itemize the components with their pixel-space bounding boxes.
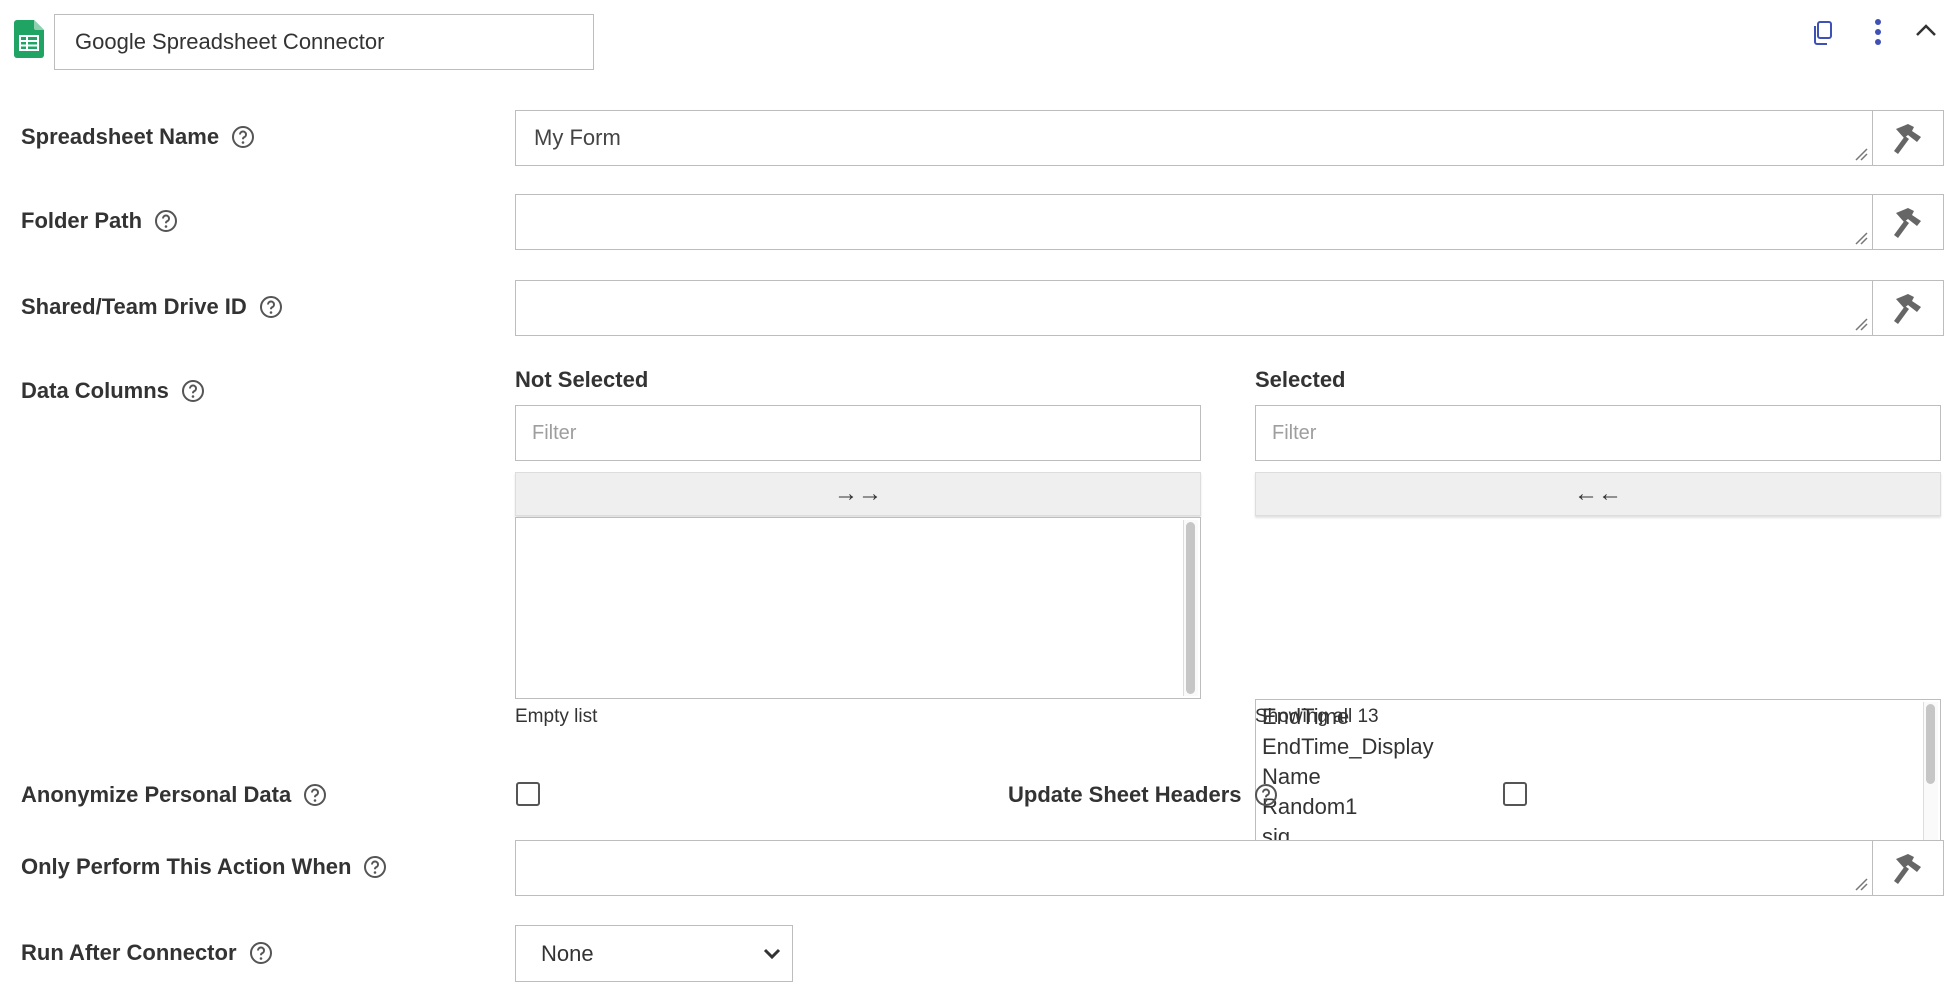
hammer-icon (1894, 208, 1921, 238)
spreadsheet-name-input[interactable]: My Form (516, 111, 1873, 165)
hammer-icon (1894, 124, 1921, 154)
update-headers-label: Update Sheet Headers (1008, 782, 1278, 808)
help-icon[interactable] (303, 783, 327, 807)
list-item[interactable]: Random1 (1262, 792, 1934, 822)
not-selected-items (516, 518, 1200, 522)
help-icon[interactable] (259, 295, 283, 319)
update-headers-label-text: Update Sheet Headers (1008, 782, 1242, 807)
scrollbar[interactable] (1183, 520, 1198, 696)
scrollbar-thumb[interactable] (1926, 704, 1935, 784)
formula-builder-button[interactable] (1873, 281, 1943, 335)
anonymize-label-text: Anonymize Personal Data (21, 782, 292, 807)
chevron-down-icon (763, 948, 781, 959)
copy-icon[interactable] (1810, 20, 1834, 46)
not-selected-filter-input[interactable]: Filter (515, 405, 1201, 461)
spreadsheet-name-field: My Form (515, 110, 1944, 166)
shared-drive-id-input[interactable] (516, 281, 1873, 335)
chevron-up-icon[interactable] (1914, 22, 1938, 38)
only-perform-field (515, 840, 1944, 896)
only-perform-label: Only Perform This Action When (21, 854, 387, 880)
help-icon[interactable] (363, 855, 387, 879)
resize-grip-icon[interactable] (1854, 147, 1868, 161)
run-after-label-text: Run After Connector (21, 940, 237, 965)
move-all-left-button[interactable]: ←← (1255, 472, 1941, 516)
more-vert-icon[interactable] (1868, 18, 1888, 46)
formula-builder-button[interactable] (1873, 195, 1943, 249)
help-icon[interactable] (181, 379, 205, 403)
resize-grip-icon[interactable] (1854, 231, 1868, 245)
connector-name-input[interactable]: Google Spreadsheet Connector (54, 14, 594, 70)
help-icon[interactable] (249, 941, 273, 965)
help-icon[interactable] (1254, 783, 1278, 807)
folder-path-input[interactable] (516, 195, 1873, 249)
shared-drive-id-label-text: Shared/Team Drive ID (21, 294, 247, 319)
shared-drive-id-field (515, 280, 1944, 336)
data-columns-label: Data Columns (21, 378, 205, 404)
help-icon[interactable] (154, 209, 178, 233)
google-sheets-icon (14, 20, 44, 58)
folder-path-label-text: Folder Path (21, 208, 143, 233)
list-item[interactable]: EndTime_Display (1262, 732, 1934, 762)
folder-path-field (515, 194, 1944, 250)
run-after-select[interactable]: None (515, 925, 793, 982)
selected-filter-input[interactable]: Filter (1255, 405, 1941, 461)
hammer-icon (1894, 294, 1921, 324)
resize-grip-icon[interactable] (1854, 317, 1868, 331)
data-columns-label-text: Data Columns (21, 378, 169, 403)
resize-grip-icon[interactable] (1854, 877, 1868, 891)
not-selected-list[interactable] (515, 517, 1201, 699)
move-all-right-button[interactable]: →→ (515, 472, 1201, 516)
shared-drive-id-label: Shared/Team Drive ID (21, 294, 283, 320)
not-selected-status: Empty list (515, 706, 598, 727)
anonymize-checkbox[interactable] (516, 782, 540, 806)
spreadsheet-name-label: Spreadsheet Name (21, 124, 255, 150)
run-after-label: Run After Connector (21, 940, 273, 966)
formula-builder-button[interactable] (1873, 841, 1943, 895)
only-perform-label-text: Only Perform This Action When (21, 854, 352, 879)
not-selected-heading: Not Selected (515, 367, 649, 392)
scrollbar-thumb[interactable] (1186, 522, 1195, 694)
formula-builder-button[interactable] (1873, 111, 1943, 165)
run-after-selected-value: None (541, 940, 594, 966)
selected-heading: Selected (1255, 367, 1346, 392)
folder-path-label: Folder Path (21, 208, 178, 234)
hammer-icon (1894, 854, 1921, 884)
anonymize-label: Anonymize Personal Data (21, 782, 327, 808)
update-headers-checkbox[interactable] (1503, 782, 1527, 806)
help-icon[interactable] (231, 125, 255, 149)
list-item[interactable]: Name (1262, 762, 1934, 792)
selected-status: Showing all 13 (1255, 706, 1379, 727)
spreadsheet-name-label-text: Spreadsheet Name (21, 124, 220, 149)
only-perform-input[interactable] (516, 841, 1873, 895)
spreadsheet-name-value: My Form (534, 125, 621, 150)
